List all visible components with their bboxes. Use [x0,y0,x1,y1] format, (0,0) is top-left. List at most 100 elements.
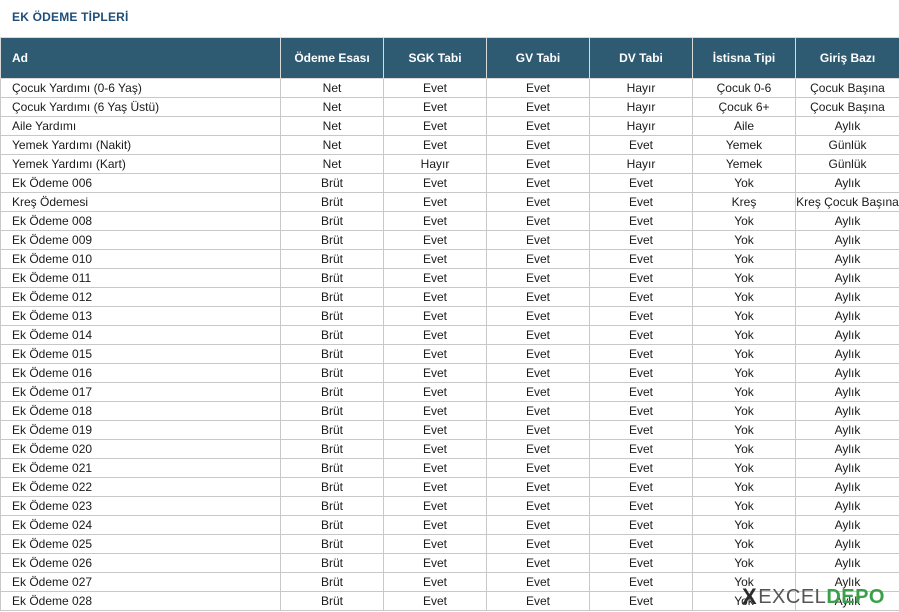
cell-ad[interactable]: Yemek Yardımı (Kart) [0,154,281,174]
cell-istisna-tipi[interactable]: Yok [692,287,796,307]
cell-odeme-esasi[interactable]: Brüt [280,420,384,440]
cell-ad[interactable]: Ek Ödeme 024 [0,515,281,535]
cell-istisna-tipi[interactable]: Yok [692,458,796,478]
cell-dv-tabi[interactable]: Evet [589,534,693,554]
cell-giris-bazi[interactable]: Aylık [795,477,899,497]
cell-dv-tabi[interactable]: Evet [589,249,693,269]
cell-gv-tabi[interactable]: Evet [486,382,590,402]
cell-giris-bazi[interactable]: Aylık [795,496,899,516]
cell-ad[interactable]: Ek Ödeme 009 [0,230,281,250]
cell-istisna-tipi[interactable]: Yok [692,249,796,269]
cell-gv-tabi[interactable]: Evet [486,420,590,440]
cell-dv-tabi[interactable]: Evet [589,572,693,592]
cell-odeme-esasi[interactable]: Brüt [280,173,384,193]
cell-sgk-tabi[interactable]: Evet [383,572,487,592]
cell-dv-tabi[interactable]: Evet [589,458,693,478]
cell-gv-tabi[interactable]: Evet [486,439,590,459]
cell-odeme-esasi[interactable]: Net [280,97,384,117]
cell-gv-tabi[interactable]: Evet [486,249,590,269]
cell-istisna-tipi[interactable]: Yok [692,230,796,250]
cell-sgk-tabi[interactable]: Evet [383,553,487,573]
cell-dv-tabi[interactable]: Evet [589,363,693,383]
cell-ad[interactable]: Ek Ödeme 008 [0,211,281,231]
cell-odeme-esasi[interactable]: Brüt [280,306,384,326]
cell-gv-tabi[interactable]: Evet [486,553,590,573]
cell-gv-tabi[interactable]: Evet [486,211,590,231]
cell-gv-tabi[interactable]: Evet [486,230,590,250]
cell-dv-tabi[interactable]: Evet [589,344,693,364]
cell-ad[interactable]: Ek Ödeme 013 [0,306,281,326]
cell-giris-bazi[interactable]: Aylık [795,211,899,231]
cell-giris-bazi[interactable]: Aylık [795,572,899,592]
cell-sgk-tabi[interactable]: Evet [383,173,487,193]
cell-ad[interactable]: Kreş Ödemesi [0,192,281,212]
cell-odeme-esasi[interactable]: Net [280,135,384,155]
column-header-ad[interactable]: Ad [0,37,281,79]
cell-istisna-tipi[interactable]: Kreş [692,192,796,212]
cell-sgk-tabi[interactable]: Evet [383,477,487,497]
cell-sgk-tabi[interactable]: Evet [383,591,487,611]
cell-odeme-esasi[interactable]: Net [280,78,384,98]
cell-giris-bazi[interactable]: Aylık [795,439,899,459]
cell-istisna-tipi[interactable]: Çocuk 6+ [692,97,796,117]
cell-istisna-tipi[interactable]: Yok [692,591,796,611]
cell-odeme-esasi[interactable]: Net [280,154,384,174]
cell-istisna-tipi[interactable]: Yok [692,401,796,421]
cell-ad[interactable]: Ek Ödeme 021 [0,458,281,478]
cell-gv-tabi[interactable]: Evet [486,534,590,554]
cell-istisna-tipi[interactable]: Yok [692,477,796,497]
column-header-gv-tabi[interactable]: GV Tabi [486,37,590,79]
cell-ad[interactable]: Ek Ödeme 022 [0,477,281,497]
cell-gv-tabi[interactable]: Evet [486,591,590,611]
cell-giris-bazi[interactable]: Günlük [795,135,899,155]
cell-ad[interactable]: Ek Ödeme 025 [0,534,281,554]
cell-odeme-esasi[interactable]: Brüt [280,382,384,402]
cell-gv-tabi[interactable]: Evet [486,116,590,136]
cell-sgk-tabi[interactable]: Evet [383,325,487,345]
cell-gv-tabi[interactable]: Evet [486,344,590,364]
cell-giris-bazi[interactable]: Aylık [795,553,899,573]
cell-istisna-tipi[interactable]: Çocuk 0-6 [692,78,796,98]
cell-dv-tabi[interactable]: Evet [589,439,693,459]
cell-odeme-esasi[interactable]: Brüt [280,534,384,554]
cell-sgk-tabi[interactable]: Evet [383,515,487,535]
cell-istisna-tipi[interactable]: Yok [692,306,796,326]
cell-giris-bazi[interactable]: Aylık [795,458,899,478]
cell-sgk-tabi[interactable]: Evet [383,496,487,516]
cell-dv-tabi[interactable]: Evet [589,515,693,535]
column-header-istisna-tipi[interactable]: İstisna Tipi [692,37,796,79]
cell-ad[interactable]: Ek Ödeme 023 [0,496,281,516]
cell-ad[interactable]: Ek Ödeme 026 [0,553,281,573]
cell-odeme-esasi[interactable]: Brüt [280,230,384,250]
cell-odeme-esasi[interactable]: Brüt [280,515,384,535]
cell-istisna-tipi[interactable]: Yok [692,173,796,193]
cell-giris-bazi[interactable]: Aylık [795,287,899,307]
cell-sgk-tabi[interactable]: Evet [383,382,487,402]
cell-ad[interactable]: Ek Ödeme 018 [0,401,281,421]
cell-gv-tabi[interactable]: Evet [486,135,590,155]
cell-sgk-tabi[interactable]: Evet [383,420,487,440]
cell-gv-tabi[interactable]: Evet [486,458,590,478]
cell-gv-tabi[interactable]: Evet [486,268,590,288]
cell-sgk-tabi[interactable]: Evet [383,458,487,478]
cell-sgk-tabi[interactable]: Evet [383,230,487,250]
cell-giris-bazi[interactable]: Günlük [795,154,899,174]
cell-giris-bazi[interactable]: Aylık [795,268,899,288]
cell-dv-tabi[interactable]: Evet [589,268,693,288]
cell-giris-bazi[interactable]: Aylık [795,363,899,383]
cell-gv-tabi[interactable]: Evet [486,401,590,421]
cell-odeme-esasi[interactable]: Brüt [280,344,384,364]
cell-odeme-esasi[interactable]: Brüt [280,496,384,516]
cell-sgk-tabi[interactable]: Evet [383,78,487,98]
cell-dv-tabi[interactable]: Evet [589,325,693,345]
cell-gv-tabi[interactable]: Evet [486,154,590,174]
cell-gv-tabi[interactable]: Evet [486,572,590,592]
cell-odeme-esasi[interactable]: Brüt [280,363,384,383]
cell-istisna-tipi[interactable]: Aile [692,116,796,136]
cell-istisna-tipi[interactable]: Yok [692,382,796,402]
cell-odeme-esasi[interactable]: Brüt [280,458,384,478]
cell-giris-bazi[interactable]: Aylık [795,420,899,440]
cell-giris-bazi[interactable]: Aylık [795,401,899,421]
cell-odeme-esasi[interactable]: Brüt [280,591,384,611]
cell-ad[interactable]: Ek Ödeme 027 [0,572,281,592]
